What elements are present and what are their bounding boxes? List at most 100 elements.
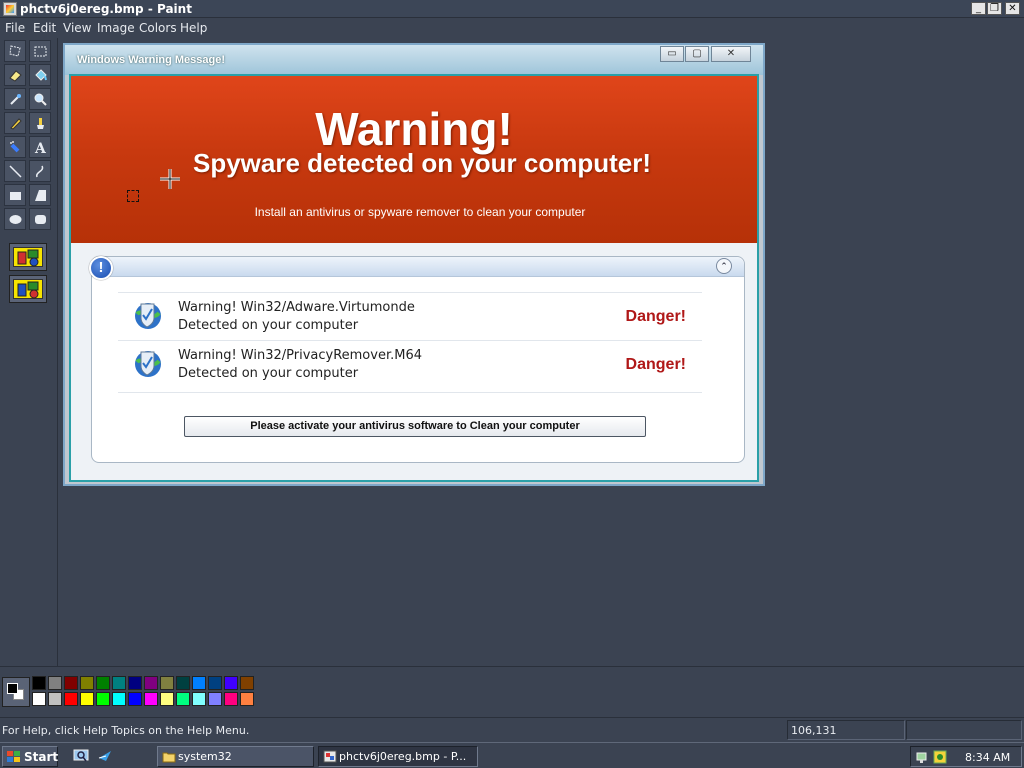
crosshair-cursor-icon bbox=[160, 169, 180, 189]
browser-launch-icon[interactable] bbox=[97, 748, 113, 764]
dialog-title-bar[interactable]: Windows Warning Message! ▭ ▢ ✕ bbox=[65, 45, 763, 75]
airbrush-tool[interactable] bbox=[4, 136, 26, 158]
color-swatch[interactable] bbox=[144, 692, 158, 706]
minimize-button[interactable]: _ bbox=[971, 2, 986, 15]
menu-edit[interactable]: Edit bbox=[33, 21, 56, 35]
color-swatch[interactable] bbox=[224, 692, 238, 706]
brush-tool[interactable] bbox=[29, 112, 51, 134]
color-swatch[interactable] bbox=[160, 676, 174, 690]
color-swatch[interactable] bbox=[224, 676, 238, 690]
color-swatch[interactable] bbox=[208, 692, 222, 706]
ellipse-tool[interactable] bbox=[4, 208, 26, 230]
color-swatch[interactable] bbox=[48, 692, 62, 706]
color-swatch[interactable] bbox=[128, 692, 142, 706]
fill-style-preview bbox=[13, 279, 43, 299]
menu-view[interactable]: View bbox=[63, 21, 91, 35]
color-swatch[interactable] bbox=[64, 676, 78, 690]
activate-antivirus-button[interactable]: Please activate your antivirus software … bbox=[184, 416, 646, 437]
status-help-text: For Help, click Help Topics on the Help … bbox=[2, 724, 250, 737]
text-icon: A bbox=[34, 141, 47, 155]
threat-detail: Detected on your computer bbox=[178, 318, 359, 333]
color-swatch[interactable] bbox=[80, 676, 94, 690]
network-icon[interactable] bbox=[916, 750, 930, 764]
line-tool[interactable] bbox=[4, 160, 26, 182]
color-swatch[interactable] bbox=[80, 692, 94, 706]
color-swatch[interactable] bbox=[176, 676, 190, 690]
text-tool[interactable]: A bbox=[29, 136, 51, 158]
threat-level: Danger! bbox=[625, 356, 686, 373]
taskbar-item-system32[interactable]: system32 bbox=[157, 746, 314, 767]
fill-style-option-filled[interactable] bbox=[9, 275, 47, 303]
select-tool[interactable] bbox=[29, 40, 51, 62]
system-tray: 8:34 AM bbox=[910, 746, 1022, 767]
color-swatch[interactable] bbox=[64, 692, 78, 706]
folder-icon bbox=[162, 752, 176, 763]
color-swatch[interactable] bbox=[208, 676, 222, 690]
color-swatch[interactable] bbox=[176, 692, 190, 706]
color-picker-tool[interactable] bbox=[4, 88, 26, 110]
menu-help[interactable]: Help bbox=[180, 21, 207, 35]
threat-name: Warning! Win32/PrivacyRemover.M64 bbox=[178, 348, 422, 363]
clock[interactable]: 8:34 AM bbox=[965, 751, 1010, 764]
color-swatch[interactable] bbox=[48, 676, 62, 690]
rectangle-tool[interactable] bbox=[4, 184, 26, 206]
menu-colors[interactable]: Colors bbox=[139, 21, 177, 35]
color-swatch[interactable] bbox=[128, 676, 142, 690]
close-button[interactable]: ✕ bbox=[1005, 2, 1020, 15]
window-title-bar[interactable]: phctv6j0ereg.bmp - Paint _ ❐ ✕ bbox=[0, 0, 1024, 18]
current-colors[interactable] bbox=[2, 677, 30, 707]
show-desktop-icon[interactable] bbox=[73, 748, 89, 764]
dialog-minimize-button[interactable]: ▭ bbox=[660, 46, 684, 62]
paint-app-icon[interactable] bbox=[3, 2, 17, 16]
svg-text:A: A bbox=[34, 141, 47, 155]
color-swatch[interactable] bbox=[32, 692, 46, 706]
menu-image[interactable]: Image bbox=[97, 21, 135, 35]
color-swatch[interactable] bbox=[32, 676, 46, 690]
taskbar-item-label: system32 bbox=[178, 750, 232, 763]
color-swatch[interactable] bbox=[240, 692, 254, 706]
threat-panel: ! ⌃ Warning! Win32/Adware.Virtumonde Det… bbox=[89, 256, 745, 463]
color-swatch[interactable] bbox=[96, 676, 110, 690]
menu-file[interactable]: File bbox=[5, 21, 25, 35]
shield-globe-icon bbox=[135, 303, 161, 329]
restore-button[interactable]: ❐ bbox=[987, 2, 1002, 15]
color-swatch[interactable] bbox=[144, 676, 158, 690]
color-swatch[interactable] bbox=[160, 692, 174, 706]
pencil-tool[interactable] bbox=[4, 112, 26, 134]
fill-tool[interactable] bbox=[29, 64, 51, 86]
color-swatch[interactable] bbox=[112, 692, 126, 706]
menu-bar: File Edit View Image Colors Help bbox=[0, 18, 1024, 38]
threat-detail: Detected on your computer bbox=[178, 366, 359, 381]
security-alert-icon[interactable] bbox=[933, 750, 947, 764]
eraser-tool[interactable] bbox=[4, 64, 26, 86]
dialog-restore-button[interactable]: ▢ bbox=[685, 46, 709, 62]
threat-name: Warning! Win32/Adware.Virtumonde bbox=[178, 300, 415, 315]
fake-warning-dialog[interactable]: Windows Warning Message! ▭ ▢ ✕ Warning! … bbox=[63, 43, 765, 486]
color-swatch[interactable] bbox=[192, 692, 206, 706]
polygon-tool[interactable] bbox=[29, 184, 51, 206]
color-swatch[interactable] bbox=[240, 676, 254, 690]
start-button[interactable]: Start bbox=[2, 746, 58, 767]
curve-tool[interactable] bbox=[29, 160, 51, 182]
rounded-rectangle-icon bbox=[35, 215, 46, 224]
color-swatch[interactable] bbox=[192, 676, 206, 690]
select-icon bbox=[34, 46, 47, 57]
color-swatch[interactable] bbox=[112, 676, 126, 690]
free-select-tool[interactable] bbox=[4, 40, 26, 62]
threat-divider bbox=[118, 392, 702, 393]
color-swatch[interactable] bbox=[96, 692, 110, 706]
rounded-rectangle-tool[interactable] bbox=[29, 208, 51, 230]
taskbar-item-label: phctv6j0ereg.bmp - P... bbox=[339, 750, 467, 763]
collapse-icon[interactable]: ⌃ bbox=[716, 258, 732, 274]
fill-style-preview bbox=[13, 247, 43, 267]
taskbar-item-paint[interactable]: phctv6j0ereg.bmp - P... bbox=[318, 746, 478, 767]
ellipse-icon bbox=[9, 215, 22, 224]
threat-level: Danger! bbox=[625, 308, 686, 325]
fill-style-option-outline[interactable] bbox=[9, 243, 47, 271]
shapes-icon bbox=[17, 249, 39, 267]
dialog-close-button[interactable]: ✕ bbox=[711, 46, 751, 62]
shield-globe-icon bbox=[135, 351, 161, 377]
magnifier-tool[interactable] bbox=[29, 88, 51, 110]
dialog-body: Warning! Spyware detected on your comput… bbox=[69, 74, 759, 482]
magnifier-icon bbox=[34, 93, 47, 106]
